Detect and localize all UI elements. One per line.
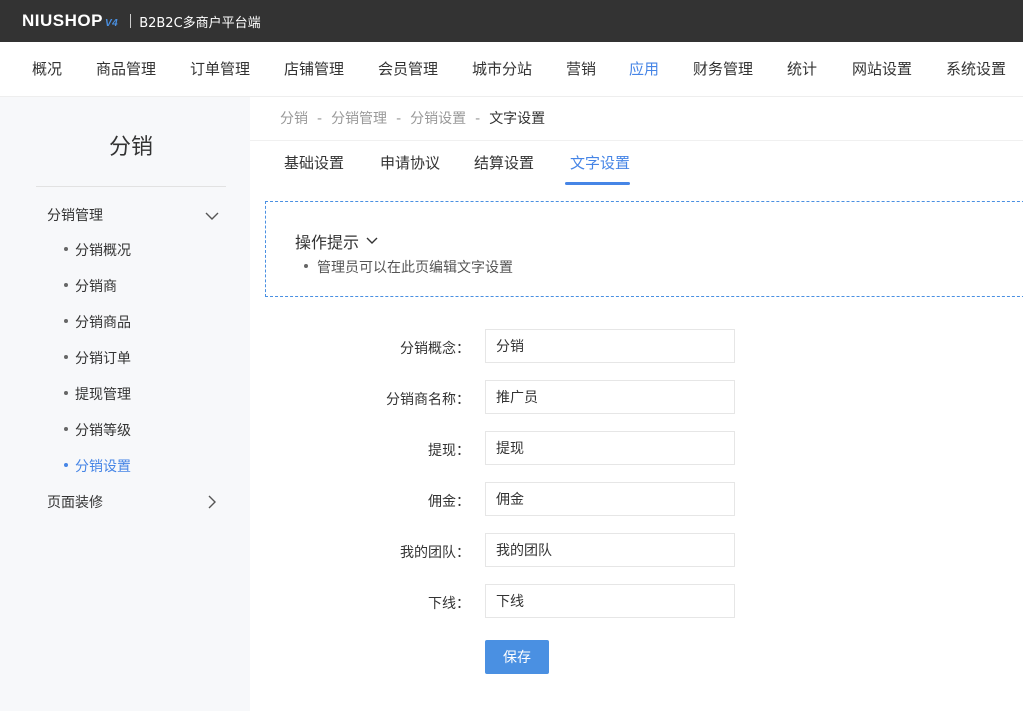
breadcrumb-current: 文字设置 [489, 111, 546, 127]
bullet-icon [64, 319, 68, 323]
commission-input[interactable] [485, 482, 735, 516]
active-tab-indicator [565, 182, 630, 185]
logo-version: V4 [104, 18, 119, 29]
chevron-down-icon [366, 237, 378, 244]
tab-basic-settings[interactable]: 基础设置 [284, 152, 344, 173]
tips-toggle[interactable]: 操作提示 [295, 229, 379, 253]
nav-item-members[interactable]: 会员管理 [378, 42, 438, 96]
field-label-downline: 下线： [428, 596, 470, 612]
sidebar-item-distributors[interactable]: 分销商 [64, 276, 117, 296]
sidebar-item-distribution-goods[interactable]: 分销商品 [64, 312, 131, 332]
top-bar: NIUSHOP V4 B2B2C多商户平台端 [0, 0, 1023, 42]
distributor-name-input[interactable] [485, 380, 735, 414]
breadcrumb-separator: - [317, 111, 323, 127]
breadcrumb-separator: - [475, 111, 481, 127]
sidebar-item-label: 分销设置 [75, 459, 131, 475]
nav-item-city-sites[interactable]: 城市分站 [472, 42, 532, 96]
tab-settlement-settings[interactable]: 结算设置 [474, 152, 534, 173]
sidebar-group-distribution-management[interactable]: 分销管理 [47, 205, 221, 225]
chevron-down-icon [203, 205, 221, 225]
tips-item: 管理员可以在此页编辑文字设置 [304, 257, 513, 277]
downline-input[interactable] [485, 584, 735, 618]
nav-item-site-settings[interactable]: 网站设置 [852, 42, 912, 96]
save-button[interactable]: 保存 [485, 640, 549, 674]
tips-title: 操作提示 [295, 233, 360, 252]
sidebar-item-distribution-overview[interactable]: 分销概况 [64, 240, 131, 260]
bullet-icon [64, 427, 68, 431]
bullet-icon [64, 247, 68, 251]
tab-text-settings[interactable]: 文字设置 [570, 152, 630, 173]
header-divider [130, 14, 132, 28]
distribution-concept-input[interactable] [485, 329, 735, 363]
withdraw-input[interactable] [485, 431, 735, 465]
sidebar-title: 分销 [108, 135, 153, 160]
nav-item-orders[interactable]: 订单管理 [190, 42, 250, 96]
nav-item-goods[interactable]: 商品管理 [96, 42, 156, 96]
bullet-icon [64, 283, 68, 287]
breadcrumb-item[interactable]: 分销设置 [410, 111, 466, 127]
operation-tips: 操作提示 管理员可以在此页编辑文字设置 [265, 201, 1023, 297]
bullet-icon [64, 463, 68, 467]
tab-application-agreement[interactable]: 申请协议 [380, 152, 440, 173]
sidebar-item-label: 分销概况 [75, 243, 131, 259]
logo[interactable]: NIUSHOP V4 [22, 11, 118, 31]
field-label-distributor-name: 分销商名称： [386, 392, 470, 408]
sidebar-item-label: 分销商品 [75, 315, 131, 331]
nav-item-apps[interactable]: 应用 [629, 42, 659, 96]
sidebar-item-distribution-levels[interactable]: 分销等级 [64, 420, 131, 440]
field-label-commission: 佣金： [428, 494, 470, 510]
nav-item-system-settings[interactable]: 系统设置 [946, 42, 1006, 96]
nav-item-finance[interactable]: 财务管理 [693, 42, 753, 96]
nav-item-marketing[interactable]: 营销 [566, 42, 596, 96]
breadcrumb-item[interactable]: 分销 [280, 111, 308, 127]
breadcrumb: 分销 - 分销管理 - 分销设置 - 文字设置 [280, 108, 545, 128]
breadcrumb-divider [250, 140, 1023, 141]
sidebar-item-label: 分销商 [75, 279, 117, 295]
field-label-my-team: 我的团队： [400, 545, 470, 561]
sidebar-divider [36, 186, 226, 187]
nav-item-overview[interactable]: 概况 [32, 42, 62, 96]
logo-text: NIUSHOP [22, 11, 103, 30]
platform-name: B2B2C多商户平台端 [139, 15, 261, 31]
sidebar-group-label: 分销管理 [47, 208, 103, 224]
field-label-withdraw: 提现： [428, 443, 470, 459]
nav-item-shops[interactable]: 店铺管理 [284, 42, 344, 96]
my-team-input[interactable] [485, 533, 735, 567]
nav-item-statistics[interactable]: 统计 [787, 42, 817, 96]
breadcrumb-separator: - [396, 111, 402, 127]
breadcrumb-item[interactable]: 分销管理 [331, 111, 387, 127]
main-nav: 概况 商品管理 订单管理 店铺管理 会员管理 城市分站 营销 应用 财务管理 统… [0, 42, 1023, 97]
tips-item-text: 管理员可以在此页编辑文字设置 [317, 260, 513, 276]
sidebar-item-label: 分销等级 [75, 423, 131, 439]
bullet-icon [304, 264, 308, 268]
field-label-distribution-concept: 分销概念： [400, 341, 470, 357]
